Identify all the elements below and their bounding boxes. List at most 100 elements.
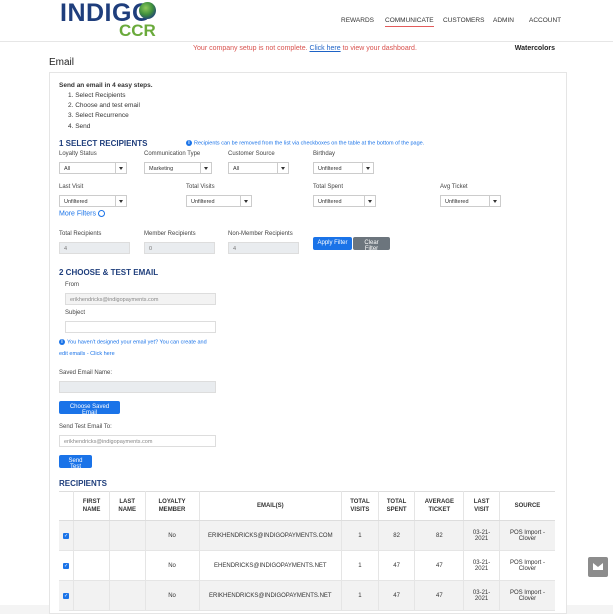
nav-communicate[interactable]: COMMUNICATE	[385, 17, 434, 27]
nav-rewards[interactable]: REWARDS	[341, 17, 374, 24]
check-icon: ✓	[63, 592, 70, 599]
subject-field[interactable]	[65, 321, 216, 333]
communication-type-select[interactable]: Marketing	[144, 162, 212, 174]
edit-emails-link[interactable]: edit emails - Click here	[59, 351, 115, 357]
from-label: From	[65, 282, 79, 288]
chevron-down-icon	[119, 167, 123, 170]
saved-email-label: Saved Email Name:	[59, 370, 113, 376]
info-icon: i	[59, 339, 65, 345]
col-last-visit[interactable]: LAST VISIT	[463, 491, 500, 521]
contact-button[interactable]	[588, 557, 608, 577]
table-row: ✓ No ERIKHENDRICKS@INDIGOPAYMENTS.NET 1 …	[59, 580, 555, 611]
birthday-value: Unfiltered	[318, 166, 342, 172]
chevron-down-icon	[368, 200, 372, 203]
customer-source-value: All	[233, 166, 240, 172]
birthday-select[interactable]: Unfiltered	[313, 162, 374, 174]
send-test-button[interactable]: Send Test	[59, 455, 92, 470]
filter-label-comm-type: Communication Type	[144, 151, 201, 157]
cell-avg: 82	[414, 520, 465, 551]
row-checkbox[interactable]: ✓	[59, 550, 75, 581]
nav-customers[interactable]: CUSTOMERS	[443, 17, 484, 24]
total-recipients-field: 4	[59, 242, 130, 254]
filter-label-avg-ticket: Avg Ticket	[440, 184, 468, 190]
cell-email: ERIKHENDRICKS@INDIGOPAYMENTS.COM	[199, 520, 343, 551]
row-checkbox[interactable]: ✓	[59, 580, 75, 611]
col-source[interactable]: SOURCE	[499, 491, 555, 521]
total-spent-value: Unfiltered	[318, 199, 342, 205]
recipients-table: FIRST NAME LAST NAME LOYALTY MEMBER EMAI…	[59, 491, 555, 611]
cell-first-name	[73, 580, 110, 611]
col-emails[interactable]: EMAIL(S)	[199, 491, 343, 521]
from-field[interactable]: erikhendricks@indigopayments.com	[65, 293, 216, 305]
row-checkbox[interactable]: ✓	[59, 520, 75, 551]
cell-source: POS Import - Clover	[499, 520, 555, 551]
filter-label-source: Customer Source	[228, 151, 275, 157]
count-label-member: Member Recipients	[144, 231, 196, 237]
loyalty-status-select[interactable]: All	[59, 162, 127, 174]
communication-type-value: Marketing	[149, 166, 174, 172]
cell-last-visit: 03-21-2021	[463, 580, 500, 611]
recipients-note-text: Recipients can be removed from the list …	[194, 140, 425, 147]
nav-account[interactable]: ACCOUNT	[529, 17, 561, 24]
col-first-name[interactable]: FIRST NAME	[73, 491, 110, 521]
subject-label: Subject	[65, 310, 86, 316]
cell-last-visit: 03-21-2021	[463, 550, 500, 581]
last-visit-select[interactable]: Unfiltered	[59, 195, 127, 207]
dashboard-link[interactable]: Click here	[309, 45, 340, 52]
cell-last-visit: 03-21-2021	[463, 520, 500, 551]
header-bar: INDIGO CCR REWARDS COMMUNICATE CUSTOMERS…	[0, 0, 613, 41]
filter-label-total-spent: Total Spent	[313, 184, 344, 190]
more-filters-label: More Filters	[59, 210, 96, 218]
cell-email: ERIKHENDRICKS@INDIGOPAYMENTS.NET	[199, 580, 343, 611]
clear-filter-button[interactable]: Clear Filter	[353, 237, 390, 252]
cell-member: No	[145, 520, 200, 551]
col-average-ticket[interactable]: AVERAGE TICKET	[414, 491, 465, 521]
section-choose-test: 2 CHOOSE & TEST EMAIL	[59, 268, 159, 277]
cell-member: No	[145, 550, 200, 581]
table-header-row: FIRST NAME LAST NAME LOYALTY MEMBER EMAI…	[59, 491, 555, 521]
chevron-down-icon	[244, 200, 248, 203]
col-total-spent[interactable]: TOTAL SPENT	[378, 491, 416, 521]
filter-label-total-visits: Total Visits	[186, 184, 215, 190]
intro-heading: Send an email in 4 easy steps.	[59, 82, 153, 89]
last-visit-value: Unfiltered	[64, 199, 88, 205]
choose-saved-email-button[interactable]: Choose Saved Email	[59, 401, 120, 416]
col-total-visits[interactable]: TOTAL VISITS	[341, 491, 379, 521]
warning-suffix: to view your dashboard.	[342, 45, 417, 52]
apply-filter-button[interactable]: Apply Filter	[313, 237, 352, 250]
col-loyalty-member[interactable]: LOYALTY MEMBER	[145, 491, 200, 521]
chevron-down-icon	[204, 167, 208, 170]
warning-text: Your company setup is not complete.	[193, 45, 308, 52]
customer-source-select[interactable]: All	[228, 162, 289, 174]
member-recipients-field: 0	[144, 242, 215, 254]
check-icon: ✓	[63, 562, 70, 569]
cell-member: No	[145, 580, 200, 611]
total-visits-value: Unfiltered	[191, 199, 215, 205]
step-3: 3. Select Recurrence	[68, 112, 129, 119]
cell-visits: 1	[341, 580, 379, 611]
table-row: ✓ No EHENDRICKS@INDIGOPAYMENTS.NET 1 47 …	[59, 550, 555, 581]
step-2: 2. Choose and test email	[68, 102, 140, 109]
total-visits-select[interactable]: Unfiltered	[186, 195, 252, 207]
cell-visits: 1	[341, 520, 379, 551]
nav-admin[interactable]: ADMIN	[493, 17, 514, 24]
avg-ticket-select[interactable]: Unfiltered	[440, 195, 501, 207]
cell-spent: 47	[378, 550, 416, 581]
filter-label-loyalty: Loyalty Status	[59, 151, 97, 157]
globe-icon	[139, 2, 156, 19]
cell-visits: 1	[341, 550, 379, 581]
cell-source: POS Import - Clover	[499, 580, 555, 611]
recipients-note: i Recipients can be removed from the list…	[186, 140, 424, 146]
send-test-email-field[interactable]: erikhendricks@indigopayments.com	[59, 435, 216, 447]
saved-email-field	[59, 381, 216, 393]
chevron-down-icon	[493, 200, 497, 203]
total-spent-select[interactable]: Unfiltered	[313, 195, 376, 207]
more-filters-link[interactable]: More Filters	[59, 210, 105, 217]
send-test-label: Send Test Email To:	[59, 424, 112, 430]
chevron-down-icon	[281, 167, 285, 170]
cell-spent: 82	[378, 520, 416, 551]
avg-ticket-value: Unfiltered	[445, 199, 469, 205]
col-last-name[interactable]: LAST NAME	[109, 491, 146, 521]
chevron-down-icon	[366, 167, 370, 170]
cell-avg: 47	[414, 550, 465, 581]
